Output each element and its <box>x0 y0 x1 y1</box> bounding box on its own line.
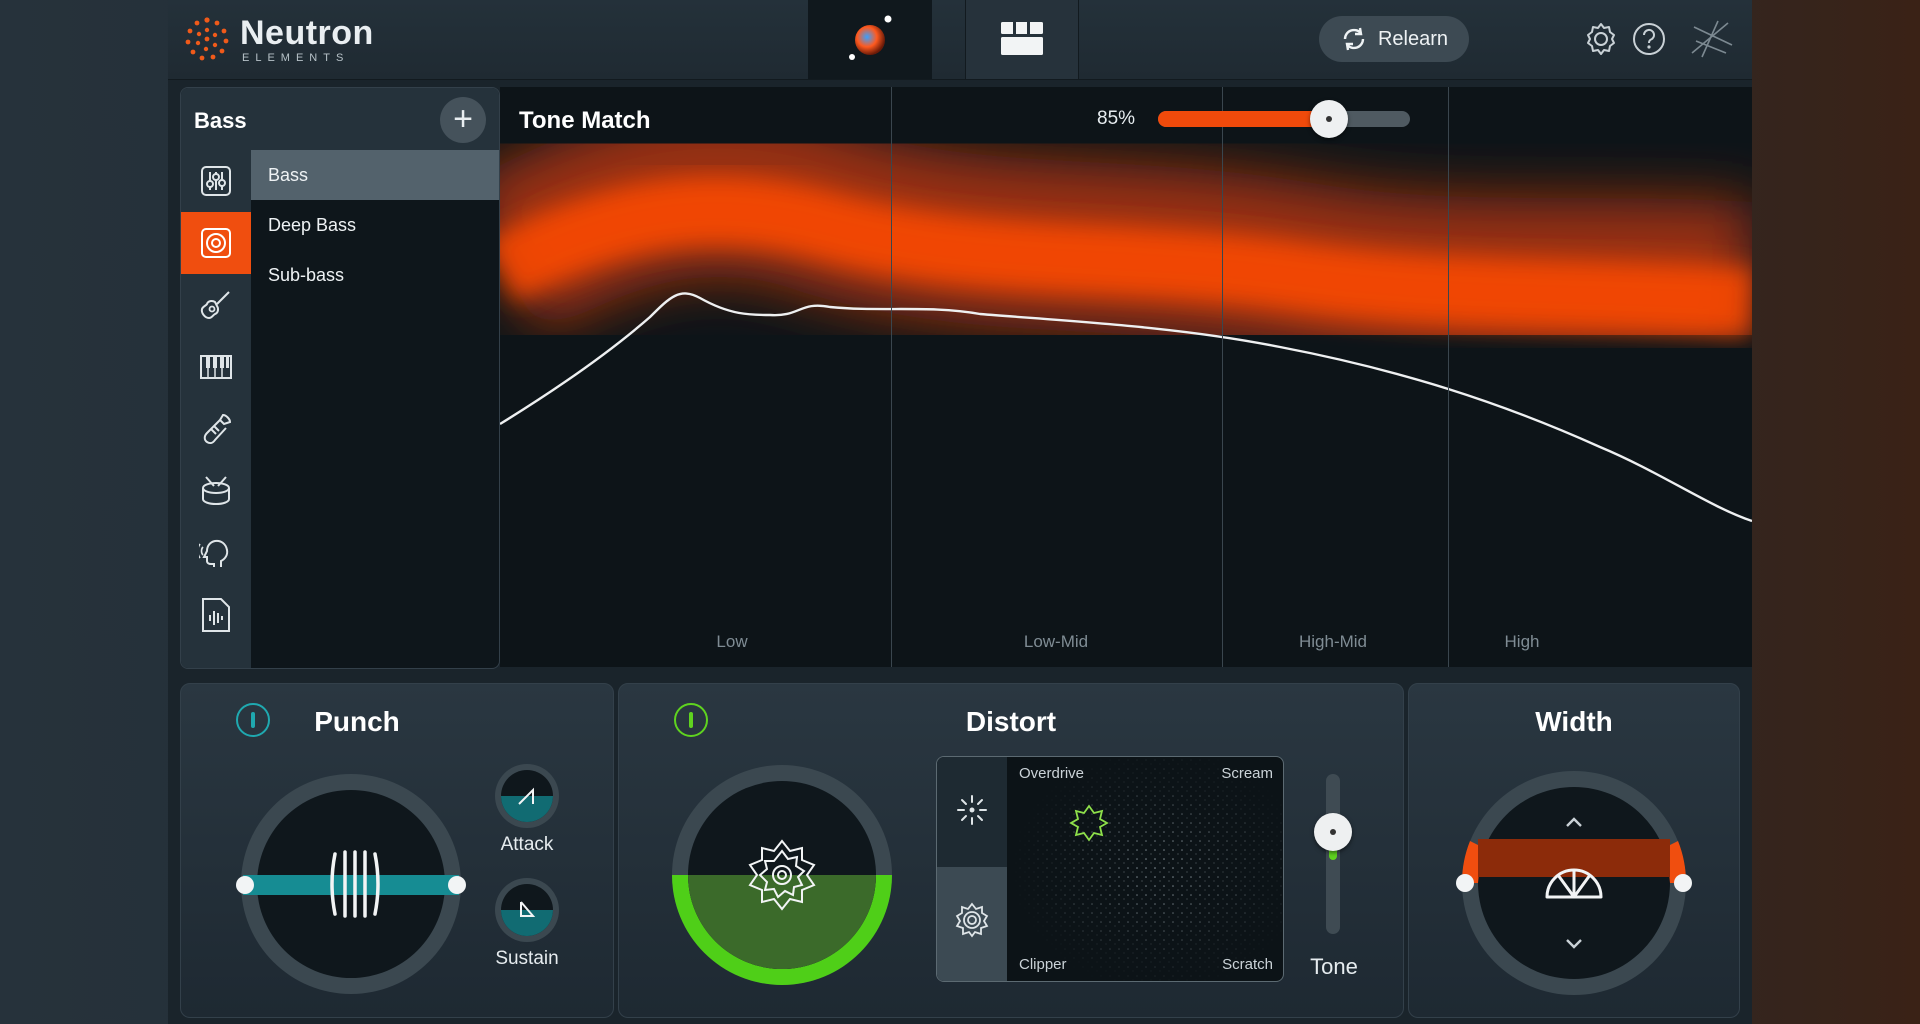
tone-match-amount-label: 85% <box>1097 108 1136 129</box>
width-knob[interactable] <box>1453 762 1695 1004</box>
add-button[interactable]: + <box>440 97 486 143</box>
width-module: Width <box>1408 683 1740 1018</box>
sidebar-item-keys[interactable] <box>181 336 251 398</box>
sidebar-item-sliders[interactable] <box>181 150 251 212</box>
slider-thumb[interactable] <box>1310 100 1348 138</box>
tone-match-amount-slider[interactable] <box>1158 100 1410 138</box>
band-divider-low <box>891 87 892 667</box>
tone-match-display <box>500 87 1752 667</box>
sidebar-item-guitar[interactable] <box>181 274 251 336</box>
band-label-low-mid: Low-Mid <box>1023 632 1089 651</box>
distort-power-button[interactable] <box>674 703 708 737</box>
header-bar: Neutron ELEMENTS Relearn <box>168 0 1752 80</box>
tone-label: Tone <box>1310 954 1358 979</box>
speaker-icon <box>201 228 231 258</box>
punch-knob[interactable] <box>231 764 471 1004</box>
punch-title: Punch <box>314 706 400 737</box>
band-label-low: Low <box>716 632 748 651</box>
neutron-window: Neutron ELEMENTS Relearn Bass + Bass Dee… <box>168 0 1752 1024</box>
punch-power-button[interactable] <box>236 703 270 737</box>
list-item-sub-bass[interactable]: Sub-bass <box>251 250 499 300</box>
sustain-knob[interactable] <box>493 876 561 944</box>
tone-slider-thumb[interactable] <box>1314 813 1352 851</box>
distortion-shape-icon[interactable] <box>954 902 990 938</box>
neutron-logo-icon <box>185 17 229 61</box>
refresh-icon <box>1343 27 1365 51</box>
gear-icon[interactable] <box>1582 20 1620 58</box>
brass-icon <box>203 413 232 445</box>
piano-icon <box>200 355 232 379</box>
relearn-button[interactable]: Relearn <box>1319 16 1469 62</box>
tab-mixer[interactable] <box>965 0 1079 79</box>
width-title: Width <box>1535 706 1613 737</box>
mixer-icon <box>1001 22 1043 55</box>
distortion-xy-pad[interactable]: Overdrive Scream Clipper Scratch <box>936 756 1284 982</box>
brand-logo: Neutron ELEMENTS <box>184 14 394 64</box>
power-icon <box>251 712 255 728</box>
punch-module: Punch Attack Sustain <box>180 683 614 1018</box>
sidebar-header: Bass + <box>181 88 499 150</box>
slider-fill <box>1158 111 1335 127</box>
band-divider-low-mid <box>1222 87 1223 667</box>
band-label-high: High <box>1504 632 1540 651</box>
preset-list: Bass Deep Bass Sub-bass <box>251 150 499 300</box>
attack-label: Attack <box>500 834 554 855</box>
list-item-deep-bass[interactable]: Deep Bass <box>251 200 499 250</box>
voice-icon <box>199 539 229 567</box>
sidebar-title: Bass <box>194 108 247 133</box>
tab-assistant[interactable] <box>808 0 932 79</box>
band-divider-high-mid <box>1448 87 1449 667</box>
xy-noise-field <box>1009 757 1283 981</box>
relearn-label: Relearn <box>1377 27 1449 50</box>
help-icon[interactable] <box>1630 20 1668 58</box>
xy-label-clipper: Clipper <box>1019 956 1067 973</box>
xy-label-overdrive: Overdrive <box>1019 765 1085 782</box>
xy-label-scratch: Scratch <box>1222 956 1273 973</box>
brand-name: Neutron <box>240 14 374 52</box>
drum-icon <box>202 476 230 506</box>
tone-slider[interactable] <box>1326 774 1340 934</box>
distort-title: Distort <box>965 706 1057 737</box>
sidebar-item-bass[interactable] <box>181 212 251 274</box>
sparkle-icon[interactable] <box>955 793 989 827</box>
sidebar-item-drums[interactable] <box>181 460 251 522</box>
sustain-label: Sustain <box>495 948 559 969</box>
xy-label-scream: Scream <box>1221 765 1273 782</box>
brand-subtitle: ELEMENTS <box>242 52 350 64</box>
instrument-icon-column <box>181 150 251 668</box>
attack-knob[interactable] <box>493 762 561 830</box>
distort-knob[interactable] <box>669 762 895 988</box>
sidebar-item-audio[interactable] <box>181 584 251 646</box>
tone-match-title: Tone Match <box>519 107 651 134</box>
assistant-icon <box>849 15 892 60</box>
tone-match-spectrum <box>500 106 1752 523</box>
list-item-bass[interactable]: Bass <box>251 150 499 200</box>
instrument-sidebar: Bass + Bass Deep Bass Sub-bass <box>180 87 500 669</box>
sidebar-item-vocals[interactable] <box>181 522 251 584</box>
audio-file-icon <box>202 598 230 632</box>
power-icon <box>689 712 693 728</box>
band-label-high-mid: High-Mid <box>1298 632 1368 651</box>
sliders-icon <box>201 166 231 196</box>
sidebar-item-brass[interactable] <box>181 398 251 460</box>
izotope-logo-icon[interactable] <box>1688 15 1736 63</box>
guitar-icon <box>200 291 230 320</box>
